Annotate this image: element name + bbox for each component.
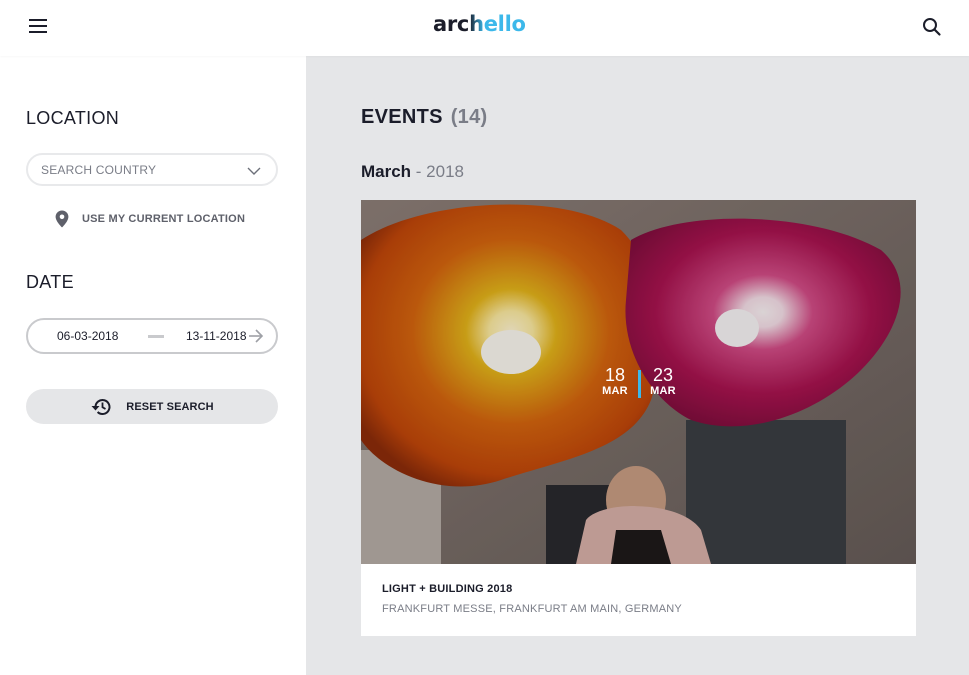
history-icon xyxy=(91,398,111,415)
menu-icon[interactable] xyxy=(28,17,48,35)
date-section-title: DATE xyxy=(26,272,74,292)
location-pin-icon xyxy=(55,210,69,228)
date-range-field: 06-03-2018 13-11-2018 xyxy=(26,318,278,354)
month-heading: March - 2018 xyxy=(361,162,464,182)
event-dates: 18 MAR 23 MAR xyxy=(597,365,681,405)
date-separator xyxy=(638,370,641,398)
events-count: (14) xyxy=(450,106,488,128)
event-name[interactable]: LIGHT + BUILDING 2018 xyxy=(382,583,512,595)
event-info: LIGHT + BUILDING 2018 FRANKFURT MESSE, F… xyxy=(361,564,916,636)
archello-logo[interactable]: archello xyxy=(433,12,526,36)
search-icon[interactable] xyxy=(921,16,943,38)
event-image: 18 MAR 23 MAR xyxy=(361,200,916,564)
event-location: FRANKFURT MESSE, FRANKFURT AM MAIN, GERM… xyxy=(382,603,682,615)
location-section-title: LOCATION xyxy=(26,108,120,128)
month-name: March xyxy=(361,162,412,181)
start-date-input[interactable]: 06-03-2018 xyxy=(57,329,118,343)
search-country-select[interactable]: SEARCH COUNTRY xyxy=(26,153,278,186)
arrow-right-icon[interactable] xyxy=(247,327,265,345)
events-title-text: EVENTS xyxy=(361,106,443,128)
start-month: MAR xyxy=(602,385,628,397)
event-card[interactable]: 18 MAR 23 MAR LIGHT + BUILDING 2018 FRAN… xyxy=(361,200,916,636)
reset-search-label: RESET SEARCH xyxy=(126,400,214,413)
start-day: 18 xyxy=(604,365,626,385)
date-range-dash xyxy=(148,335,164,338)
top-navbar: archello xyxy=(0,0,969,56)
end-month: MAR xyxy=(650,385,676,397)
use-current-location-button[interactable]: USE MY CURRENT LOCATION xyxy=(55,209,245,229)
end-date-input[interactable]: 13-11-2018 xyxy=(186,329,247,343)
logo-text-blue: ello xyxy=(483,12,526,36)
end-day: 23 xyxy=(652,365,674,385)
events-main: EVENTS (14) March - 2018 18 MAR 23 MAR L… xyxy=(306,56,969,675)
reset-search-button[interactable]: RESET SEARCH xyxy=(26,389,278,424)
month-year: - 2018 xyxy=(411,162,465,181)
use-current-location-label: USE MY CURRENT LOCATION xyxy=(82,213,246,225)
chevron-down-icon xyxy=(247,167,261,175)
search-country-placeholder: SEARCH COUNTRY xyxy=(41,163,157,177)
logo-text-dark: arc xyxy=(433,12,470,36)
logo-text-gradient: h xyxy=(469,12,484,36)
events-heading: EVENTS (14) xyxy=(361,106,487,129)
filter-sidebar: LOCATION SEARCH COUNTRY USE MY CURRENT L… xyxy=(0,56,306,675)
